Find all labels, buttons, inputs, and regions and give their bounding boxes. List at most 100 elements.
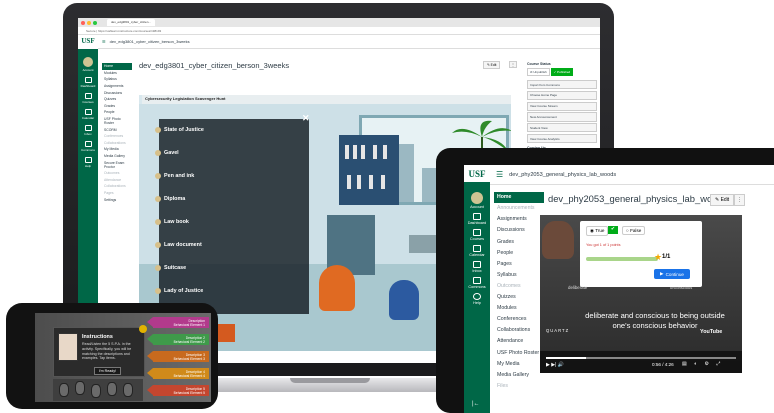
course-nav-home[interactable]: Home <box>102 63 132 70</box>
global-nav-help[interactable]: Help <box>464 289 490 305</box>
global-nav-dashboard[interactable]: Dashboard <box>78 73 98 89</box>
global-nav-calendar[interactable]: Calendar <box>78 105 98 121</box>
more-options-icon[interactable]: ⋮ <box>734 194 745 206</box>
description-card[interactable]: Description 3 Behavioral Element 3 <box>147 351 209 362</box>
published-button[interactable]: ✓ Published <box>550 68 574 76</box>
global-nav-commons[interactable]: Commons <box>464 273 490 289</box>
continue-button[interactable]: ▶ Continue <box>654 269 690 279</box>
minimize-window-icon[interactable] <box>87 20 91 25</box>
breadcrumb[interactable]: dev_edg3801_cyber_citizen_berson_3weeks <box>110 39 190 44</box>
browser-tab[interactable]: dev_edg3801_cyber_citizen... <box>107 19 155 26</box>
global-nav-account[interactable]: Account <box>464 183 490 209</box>
unpublish-button[interactable]: ⊘ Unpublish <box>527 68 550 76</box>
youtube-logo[interactable]: YouTube <box>700 329 722 335</box>
interactive-video[interactable]: ◉ True ✔ ○ False You got 1 of 1 points ★… <box>540 215 742 373</box>
global-nav-calendar[interactable]: Calendar <box>464 241 490 257</box>
import-commons-button[interactable]: Import from Commons <box>527 80 597 90</box>
global-nav-dashboard[interactable]: Dashboard <box>464 209 490 225</box>
course-nav-syllabus[interactable]: Syllabus <box>102 76 132 83</box>
view-course-stream-button[interactable]: View Course Stream <box>527 101 597 111</box>
global-nav-account[interactable]: Account <box>78 49 98 73</box>
course-nav-quizzes[interactable]: Quizzes <box>102 96 132 103</box>
video-seek-bar[interactable] <box>546 357 736 359</box>
global-nav-courses[interactable]: Courses <box>78 89 98 105</box>
ready-button[interactable]: I'm Ready! <box>94 367 122 375</box>
course-nav-grades[interactable]: Grades <box>102 103 132 110</box>
global-nav-inbox[interactable]: Inbox <box>78 121 98 137</box>
course-nav-collaborations-2[interactable]: Collaborations <box>102 183 132 190</box>
course-nav-conferences[interactable]: Conferences <box>494 314 544 325</box>
course-nav-settings[interactable]: Settings <box>102 196 132 203</box>
course-nav-attendance[interactable]: Attendance <box>494 336 544 347</box>
course-nav-outcomes[interactable]: Outcomes <box>494 281 544 292</box>
edit-button[interactable]: ✎ Edit <box>710 194 735 206</box>
course-nav-quizzes[interactable]: Quizzes <box>494 292 544 303</box>
global-nav-inbox[interactable]: Inbox <box>464 257 490 273</box>
collapse-nav-icon[interactable]: |← <box>472 401 480 407</box>
course-nav-attendance[interactable]: Attendance <box>102 177 132 184</box>
course-analytics-button[interactable]: View Course Analytics <box>527 133 597 144</box>
course-nav-media-gallery[interactable]: Media Gallery <box>494 370 544 381</box>
course-nav-syllabus[interactable]: Syllabus <box>494 270 544 281</box>
course-nav-conferences[interactable]: Conferences <box>102 133 132 140</box>
bookshelf[interactable] <box>339 135 399 205</box>
course-nav-photo-roster[interactable]: USF Photo Roster <box>102 116 132 127</box>
list-item[interactable]: Lady of Justice <box>155 288 203 294</box>
blue-chair[interactable] <box>389 280 419 320</box>
course-nav-files[interactable]: Files <box>494 381 544 392</box>
course-nav-pages[interactable]: Pages <box>494 259 544 270</box>
course-nav-scorm[interactable]: SCORM <box>102 126 132 133</box>
list-item[interactable]: Suitcase <box>155 265 186 271</box>
hamburger-icon[interactable]: ☰ <box>496 170 503 179</box>
course-nav-assignments[interactable]: Assignments <box>102 83 132 90</box>
hamburger-icon[interactable]: ☰ <box>102 39 106 44</box>
orange-chair[interactable] <box>319 265 355 311</box>
address-bar[interactable]: Secure | https://usflearn.instructure.co… <box>78 27 600 35</box>
course-nav-media-gallery[interactable]: Media Gallery <box>102 153 132 160</box>
course-nav-collaborations[interactable]: Collaborations <box>102 140 132 147</box>
new-announcement-button[interactable]: New Announcement <box>527 112 597 122</box>
list-item[interactable]: State of Justice <box>155 127 204 133</box>
course-nav-my-media[interactable]: My Media <box>494 358 544 369</box>
true-option[interactable]: ◉ True <box>586 226 609 236</box>
global-nav-courses[interactable]: Courses <box>464 225 490 241</box>
course-nav-modules[interactable]: Modules <box>494 303 544 314</box>
course-nav-discussions[interactable]: Discussions <box>494 225 544 236</box>
close-icon[interactable]: ✕ <box>302 113 310 124</box>
list-item[interactable]: Pen and ink <box>155 173 194 179</box>
global-nav-commons[interactable]: Commons <box>78 137 98 153</box>
close-window-icon[interactable] <box>81 20 85 25</box>
course-nav-my-media[interactable]: My Media <box>102 146 132 153</box>
course-nav-outcomes[interactable]: Outcomes <box>102 170 132 177</box>
description-card[interactable]: Description Behavioral Element 1 <box>147 317 209 328</box>
course-nav-home[interactable]: Home <box>494 192 544 204</box>
list-item[interactable]: Diploma <box>155 196 185 202</box>
course-nav-secure-exam[interactable]: Secure Exam Proctor <box>102 159 132 170</box>
edit-button[interactable]: ✎ Edit <box>483 61 501 69</box>
course-nav-announcements[interactable]: Announcements <box>494 203 544 214</box>
course-nav-modules[interactable]: Modules <box>102 70 132 77</box>
description-card[interactable]: Description 5 Behavioral Element 5 <box>147 385 209 396</box>
student-view-button[interactable]: Student View <box>527 123 597 133</box>
play-icon[interactable]: ▶ ▶| 🔊 <box>546 362 564 368</box>
description-card[interactable]: Description 2 Behavioral Element 2 <box>147 334 209 345</box>
global-nav-help[interactable]: Help <box>78 153 98 169</box>
course-nav-collaborations[interactable]: Collaborations <box>494 325 544 336</box>
false-option[interactable]: ○ False <box>622 226 646 235</box>
usf-logo[interactable]: USF <box>78 35 98 49</box>
course-nav-pages[interactable]: Pages <box>102 190 132 197</box>
course-nav-grades[interactable]: Grades <box>494 236 544 247</box>
choose-home-page-button[interactable]: Choose Home Page <box>527 90 597 100</box>
course-nav-discussions[interactable]: Discussions <box>102 89 132 96</box>
list-item[interactable]: Law book <box>155 219 189 225</box>
course-nav-photo-roster[interactable]: USF Photo Roster <box>494 347 544 358</box>
course-nav-people[interactable]: People <box>102 109 132 116</box>
list-item[interactable]: Gavel <box>155 150 179 156</box>
course-nav-assignments[interactable]: Assignments <box>494 214 544 225</box>
list-item[interactable]: Law document <box>155 242 202 248</box>
course-nav-people[interactable]: People <box>494 247 544 258</box>
breadcrumb[interactable]: dev_phy2053_general_physics_lab_woods <box>509 172 616 178</box>
usf-logo[interactable]: USF <box>464 165 490 183</box>
more-options-icon[interactable]: ⋮ <box>509 61 517 68</box>
description-card[interactable]: Description 4 Behavioral Element 4 <box>147 368 209 379</box>
